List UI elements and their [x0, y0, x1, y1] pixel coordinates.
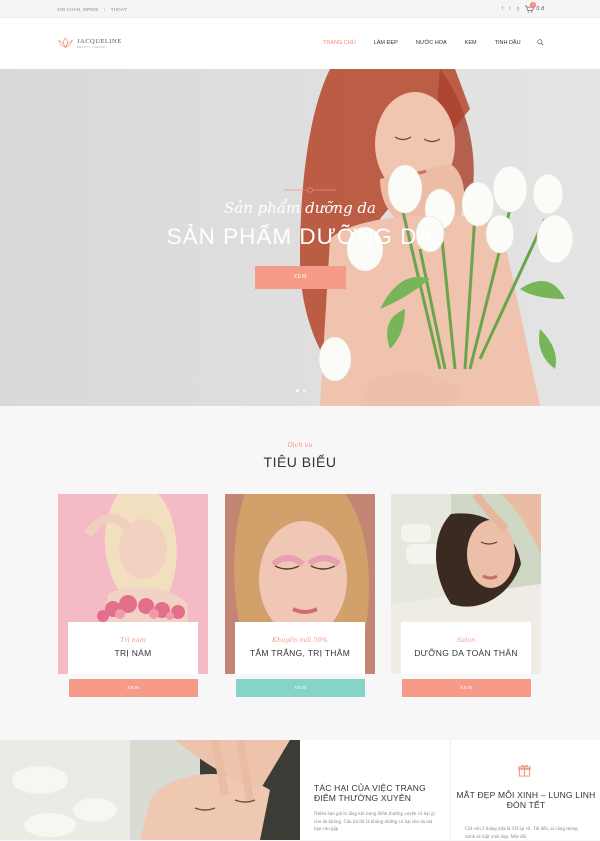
nav-item-beauty[interactable]: LÀM ĐẸP	[374, 40, 398, 46]
service-name: DƯỠNG DA TOÀN THÂN	[414, 648, 518, 658]
service-card[interactable]: Khuyến mãi 50% TẮM TRẮNG, TRỊ THÂM	[225, 494, 375, 674]
post-excerpt: Nhiều bạn gái lo lắng khi trang điểm thư…	[314, 812, 435, 832]
brand-name: JACQUELINE	[77, 37, 122, 45]
gift-icon	[518, 764, 531, 777]
service-subtitle: Salon	[456, 636, 476, 644]
nav-item-perfume[interactable]: NƯỚC HOA	[416, 40, 447, 46]
search-button[interactable]	[537, 39, 544, 48]
main-nav: TRANG CHỦ LÀM ĐẸP NƯỚC HOA KEM TINH DẦU	[323, 39, 544, 46]
twitter-icon[interactable]: t	[509, 6, 510, 12]
service-view-button[interactable]: XEM	[236, 679, 365, 697]
slider-dot[interactable]	[296, 389, 299, 392]
cart-button[interactable]: 0 0 đ	[525, 2, 544, 13]
top-bar-right: f t p 0 0 đ	[502, 2, 544, 13]
promo-excerpt: Chỉ còn 2 tháng nữa là Tết lại về. Tết đ…	[465, 827, 578, 840]
service-label: Trị nám TRỊ NÁM	[68, 622, 198, 674]
service-view-button[interactable]: XEM	[69, 679, 198, 697]
site-header: JACQUELINE BEAUTY THERAPY TRANG CHỦ LÀM …	[0, 18, 600, 69]
service-label: Salon DƯỠNG DA TOÀN THÂN	[401, 622, 531, 674]
lotus-logo-icon	[58, 37, 73, 48]
service-card[interactable]: Trị nám TRỊ NÁM	[58, 494, 208, 674]
nav-item-home[interactable]: TRANG CHỦ	[323, 40, 356, 46]
service-subtitle: Trị nám	[120, 636, 146, 644]
facebook-icon[interactable]: f	[502, 6, 503, 12]
hero-slider: Sản phẩm dưỡng da SẢN PHẨM DƯỠNG DA XEM	[0, 69, 600, 406]
divider: |	[103, 7, 106, 12]
logout-link[interactable]: THOÁT	[111, 7, 127, 12]
nav-item-essential-oil[interactable]: TINH DẦU	[495, 40, 521, 46]
logo-text: JACQUELINE BEAUTY THERAPY	[77, 38, 122, 49]
service-name: TRỊ NÁM	[114, 648, 152, 658]
hero-view-button[interactable]: XEM	[255, 266, 346, 289]
hero-script-text: Sản phẩm dưỡng da	[224, 199, 376, 217]
ornament-divider	[284, 187, 336, 193]
nav-item-cream[interactable]: KEM	[465, 40, 477, 46]
post-title[interactable]: TÁC HẠI CỦA VIỆC TRANG ĐIỂM THƯỜNG XUYÊN	[314, 783, 444, 803]
site-logo[interactable]: JACQUELINE BEAUTY THERAPY	[57, 36, 122, 50]
top-bar: XIN CHÀO, MP002 | THOÁT f t p 0 0 đ	[0, 0, 600, 18]
cart-total: 0 đ	[536, 6, 544, 12]
section-title: TIÊU BIỂU	[263, 454, 337, 470]
section-subtitle: Dịch vụ	[287, 441, 313, 449]
blog-image[interactable]	[0, 740, 300, 840]
greeting-link[interactable]: XIN CHÀO, MP002	[57, 7, 99, 12]
promo-title[interactable]: MẮT ĐẸP MỖI XINH – LUNG LINH ĐÓN TẾT	[451, 790, 600, 810]
service-label: Khuyến mãi 50% TẮM TRẮNG, TRỊ THÂM	[235, 622, 365, 674]
search-icon	[537, 39, 544, 46]
account-links: XIN CHÀO, MP002 | THOÁT	[57, 7, 131, 12]
blog-section: TÁC HẠI CỦA VIỆC TRANG ĐIỂM THƯỜNG XUYÊN…	[0, 740, 600, 840]
service-view-button[interactable]: XEM	[402, 679, 531, 697]
promo-post[interactable]: MẮT ĐẸP MỖI XINH – LUNG LINH ĐÓN TẾT Chỉ…	[450, 740, 600, 840]
service-card[interactable]: Salon DƯỠNG DA TOÀN THÂN	[391, 494, 541, 674]
hero-title: SẢN PHẨM DƯỠNG DA	[166, 224, 434, 249]
services-section: Dịch vụ TIÊU BIỂU Trị nám TRỊ NÁM Khuyến…	[0, 406, 600, 740]
service-name: TẮM TRẮNG, TRỊ THÂM	[249, 648, 351, 658]
pinterest-icon[interactable]: p	[517, 6, 520, 12]
slider-dots	[296, 389, 306, 392]
slider-dot[interactable]	[303, 389, 306, 392]
brand-tagline: BEAUTY THERAPY	[77, 44, 108, 49]
service-subtitle: Khuyến mãi 50%	[272, 636, 328, 644]
blog-post[interactable]: TÁC HẠI CỦA VIỆC TRANG ĐIỂM THƯỜNG XUYÊN…	[301, 740, 449, 840]
